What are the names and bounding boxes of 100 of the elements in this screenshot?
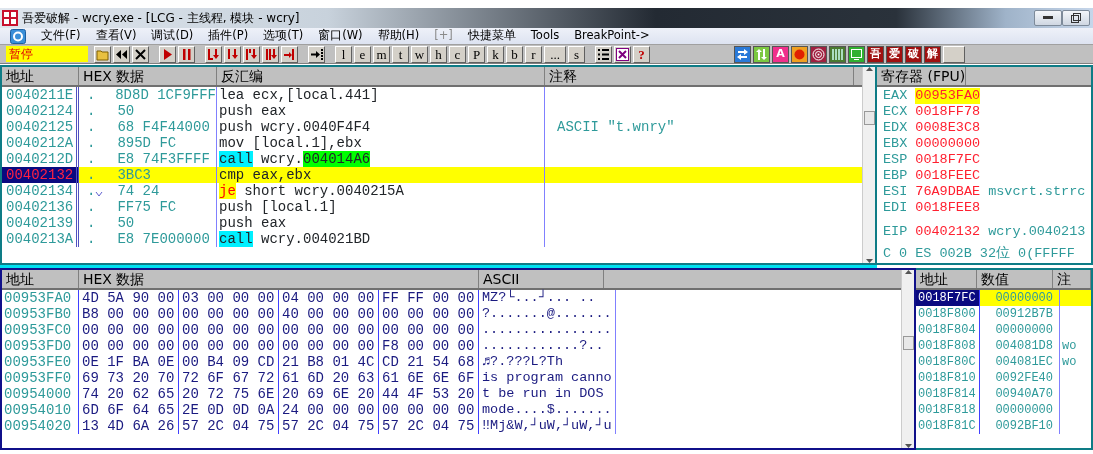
- address-cell: 00954020: [2, 418, 79, 434]
- app-icon: [2, 10, 18, 26]
- mnemonic-text: call: [219, 151, 253, 167]
- disassembly-row[interactable]: 00402134 . 74 24 je short wcry.0040215A: [2, 183, 862, 199]
- hex-cell: E8 7E000000: [117, 231, 210, 247]
- menu-item[interactable]: 窗口(W): [318, 27, 363, 45]
- menu-item[interactable]: 插件(P): [208, 27, 249, 45]
- toolbar-button[interactable]: ...: [544, 45, 566, 63]
- toolbar-button[interactable]: A: [772, 45, 789, 63]
- disassembly-row[interactable]: 0040213A . E8 7E000000 call wcry.004021BD: [2, 231, 862, 247]
- hex-bytes: 74 20 62 65: [79, 386, 179, 402]
- disassembly-row[interactable]: 00402132 . 3BC3 cmp eax,ebx: [2, 167, 862, 183]
- toolbar-button[interactable]: 解: [924, 45, 941, 63]
- flag-text: ES: [915, 246, 932, 262]
- toolbar-button[interactable]: m: [373, 45, 390, 63]
- window-title: 吾爱破解 - wcry.exe - [LCG - 主线程, 模块 - wcry]: [22, 10, 300, 27]
- menu-item[interactable]: 快捷菜单: [467, 27, 516, 45]
- menu-item[interactable]: 选项(T): [263, 27, 304, 45]
- stack-comment: wo: [1062, 339, 1077, 353]
- flag-text: 002B: [939, 246, 972, 262]
- menu-item[interactable]: 调试(D): [151, 27, 194, 45]
- toolbar-button[interactable]: k: [487, 45, 504, 63]
- flag-text: 0: [899, 246, 908, 262]
- toolbar-button[interactable]: [753, 45, 770, 63]
- disassembly-row[interactable]: 00402124 . 50 push eax: [2, 103, 862, 119]
- toolbar-button[interactable]: [734, 45, 751, 63]
- stack-value: 00940A70: [980, 386, 1060, 402]
- toolbar-button[interactable]: r: [525, 45, 542, 63]
- stack-value: 0092FE40: [980, 370, 1060, 386]
- stack-value: 00000000: [980, 402, 1060, 418]
- selection-highlight: [1060, 290, 1091, 306]
- marker-text: .: [87, 87, 96, 103]
- restore-button[interactable]: [1062, 10, 1090, 26]
- scroll-bar[interactable]: [901, 270, 914, 448]
- hex-bytes: 00 00 00 00: [179, 306, 279, 322]
- minimize-button[interactable]: [1034, 10, 1062, 26]
- menu-item[interactable]: 查看(V): [95, 27, 137, 45]
- hex-bytes: 61 6D 20 63: [279, 370, 379, 386]
- operand-text: wcry.: [261, 151, 303, 167]
- pause-icon: [180, 47, 193, 61]
- address-cell: 0040213A: [2, 231, 79, 247]
- marker-text: .: [87, 119, 96, 135]
- toolbar-button[interactable]: b: [506, 45, 523, 63]
- register-name: EBX: [883, 136, 908, 152]
- hex-bytes: 2E 0D 0D 0A: [179, 402, 279, 418]
- toolbar-button[interactable]: h: [430, 45, 447, 63]
- toolbar-button[interactable]: e: [354, 45, 371, 63]
- hex-bytes: 20 69 6E 20: [279, 386, 379, 402]
- app-menu-icon[interactable]: [10, 28, 26, 44]
- scroll-bar[interactable]: [862, 67, 875, 263]
- register-name: EIP: [883, 224, 908, 240]
- disassembly-row[interactable]: 00402125 . 68 F4F44000 push wcry.0040F4F4 ASCII "t.wnry": [2, 119, 862, 135]
- toolbar-button[interactable]: l: [335, 45, 352, 63]
- toolbar-button[interactable]: 爱: [886, 45, 903, 63]
- scroll-thumb[interactable]: [902, 336, 914, 350]
- ascii-text: MZ?└...┘... ..: [479, 290, 616, 306]
- help-button[interactable]: ?: [633, 45, 650, 63]
- menu-item[interactable]: 文件(F): [41, 27, 81, 45]
- toolbar-button[interactable]: P: [468, 45, 485, 63]
- trace-over-icon: [264, 47, 277, 61]
- address-cell: 00954000: [2, 386, 79, 402]
- hex-bytes: 24 00 00 00: [279, 402, 379, 418]
- hex-cell: 74 24: [117, 183, 160, 199]
- toolbar-button[interactable]: c: [449, 45, 466, 63]
- hex-cell: FF75 FC: [117, 199, 177, 215]
- flag-text: 0(FFFFF: [1018, 246, 1075, 262]
- return-arrow-icon: [283, 47, 296, 61]
- operand-text: eax: [261, 103, 287, 119]
- address-cell: 00402134: [2, 183, 79, 199]
- register-name: ECX: [883, 104, 908, 120]
- disassembly-row[interactable]: 0040211E . 8D8D 1CF9FFF lea ecx,[local.441]: [2, 87, 862, 103]
- ascii-text: mode....$.......: [479, 402, 616, 418]
- screen-icon: [850, 47, 863, 61]
- record-dot-icon: [793, 47, 806, 61]
- scroll-thumb[interactable]: [863, 111, 875, 125]
- marker-text: .: [87, 135, 96, 151]
- stack-value: 0092BF10: [980, 418, 1060, 434]
- toolbar-button[interactable]: 破: [905, 45, 922, 63]
- toolbar-button[interactable]: [848, 45, 865, 63]
- mnemonic-text: lea: [219, 87, 245, 103]
- step-into-icon: [207, 47, 220, 61]
- stack-value: 004081D8: [980, 338, 1060, 354]
- menu-item[interactable]: 帮助(H): [377, 27, 420, 45]
- menu-item[interactable]: BreakPoint->: [574, 27, 650, 45]
- hex-bytes: 0E 1F BA 0E: [79, 354, 179, 370]
- mnemonic-text: push: [219, 103, 253, 119]
- stack-value: 00000000: [980, 290, 1060, 306]
- column-header: 数值: [976, 270, 1053, 288]
- toolbar-button[interactable]: s: [568, 45, 585, 63]
- hex-bytes: 13 4D 6A 26: [79, 418, 179, 434]
- ascii-text: ‼Mj&W,┘uW,┘uW,┘u: [479, 418, 616, 434]
- toolbar-button[interactable]: w: [411, 45, 428, 63]
- menu-item[interactable]: Tools: [530, 27, 560, 45]
- address-cell: 00953FC0: [2, 322, 79, 338]
- ascii-text: ♬?.???L?Th: [479, 354, 616, 370]
- disassembly-row[interactable]: 00402136 . FF75 FC push [local.1]: [2, 199, 862, 215]
- marker-text: .: [87, 183, 96, 199]
- toolbar-button[interactable]: t: [392, 45, 409, 63]
- address-cell: 00953FA0: [2, 290, 79, 306]
- toolbar-button[interactable]: 吾: [867, 45, 884, 63]
